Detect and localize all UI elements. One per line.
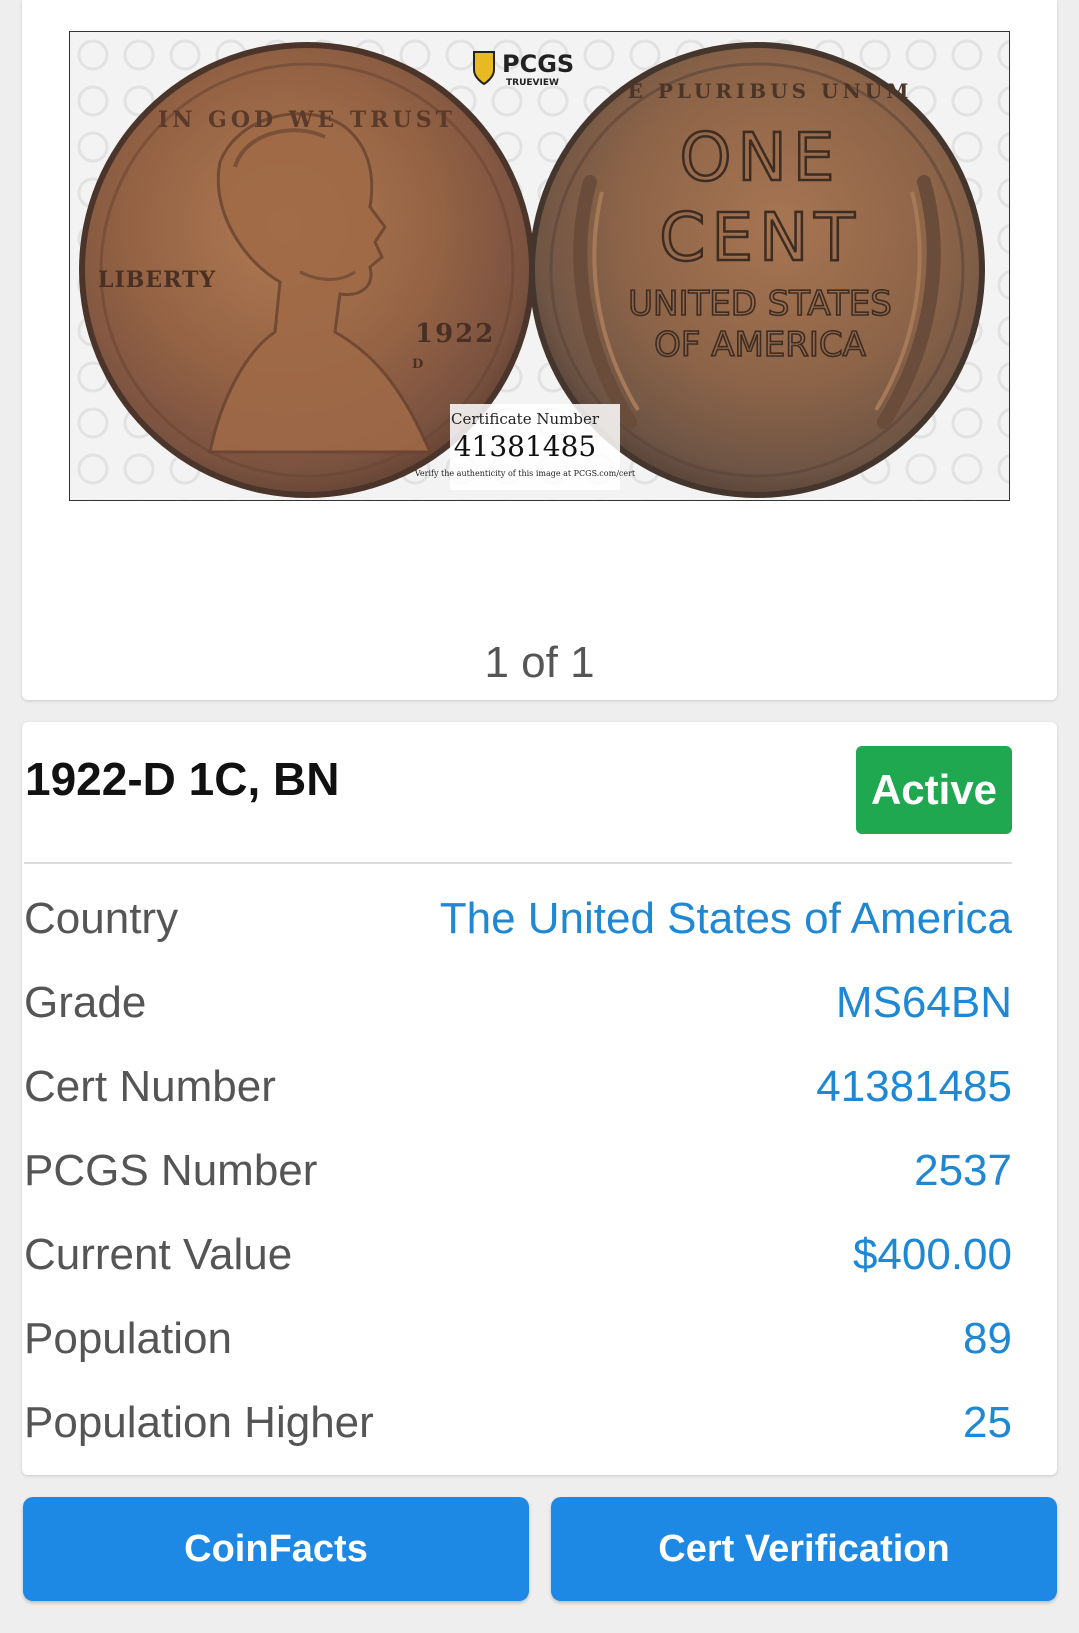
coinfacts-button[interactable]: CoinFacts <box>23 1497 529 1601</box>
status-badge: Active <box>856 746 1012 834</box>
cert-number-image: 41381485 <box>454 430 597 463</box>
cert-verification-button[interactable]: Cert Verification <box>551 1497 1057 1601</box>
divider <box>24 862 1012 864</box>
current-value-link[interactable]: $400.00 <box>853 1230 1012 1280</box>
detail-label: Grade <box>24 978 147 1027</box>
detail-row-cert-number: Cert Number 41381485 <box>24 1045 1012 1129</box>
obverse-motto: IN GOD WE TRUST <box>158 107 456 133</box>
detail-label: Current Value <box>24 1230 293 1279</box>
detail-row-current-value: Current Value $400.00 <box>24 1213 1012 1297</box>
detail-label: Country <box>24 894 179 943</box>
verify-text: Verify the authenticity of this image at… <box>414 469 636 478</box>
reverse-line-three: UNITED STATES <box>628 284 892 324</box>
svg-text:TRUEVIEW: TRUEVIEW <box>506 78 559 88</box>
coin-title: 1922-D 1C, BN <box>25 753 340 805</box>
detail-row-population: Population 89 <box>24 1297 1012 1381</box>
pcgs-number-link[interactable]: 2537 <box>914 1146 1012 1196</box>
cert-number-link[interactable]: 41381485 <box>816 1062 1012 1112</box>
coin-image-card: IN GOD WE TRUST LIBERTY 1922 D E PLURIBU… <box>22 0 1057 700</box>
carousel-counter: 1 of 1 <box>484 638 595 687</box>
population-link[interactable]: 89 <box>963 1314 1012 1364</box>
grade-link[interactable]: MS64BN <box>836 978 1012 1028</box>
detail-label: Cert Number <box>24 1062 276 1111</box>
population-higher-link[interactable]: 25 <box>963 1398 1012 1448</box>
obverse-date: 1922 <box>415 319 495 349</box>
svg-text:PCGS: PCGS <box>502 50 574 78</box>
coin-image[interactable]: IN GOD WE TRUST LIBERTY 1922 D E PLURIBU… <box>69 31 1010 501</box>
detail-label: Population <box>24 1314 232 1363</box>
cert-caption: Certificate Number <box>451 410 600 428</box>
detail-label: Population Higher <box>24 1398 374 1447</box>
obverse-legend: LIBERTY <box>98 267 216 293</box>
reverse-line-two: CENT <box>659 199 860 276</box>
detail-row-country: Country The United States of America <box>24 877 1012 961</box>
obverse-mintmark: D <box>412 357 423 372</box>
reverse-line-one: ONE <box>679 119 840 196</box>
detail-row-pcgs-number: PCGS Number 2537 <box>24 1129 1012 1213</box>
detail-row-grade: Grade MS64BN <box>24 961 1012 1045</box>
reverse-line-four: OF AMERICA <box>654 325 866 365</box>
detail-label: PCGS Number <box>24 1146 318 1195</box>
reverse-top-legend: E PLURIBUS UNUM <box>628 79 913 103</box>
detail-row-population-higher: Population Higher 25 <box>24 1381 1012 1465</box>
country-link[interactable]: The United States of America <box>440 894 1012 944</box>
